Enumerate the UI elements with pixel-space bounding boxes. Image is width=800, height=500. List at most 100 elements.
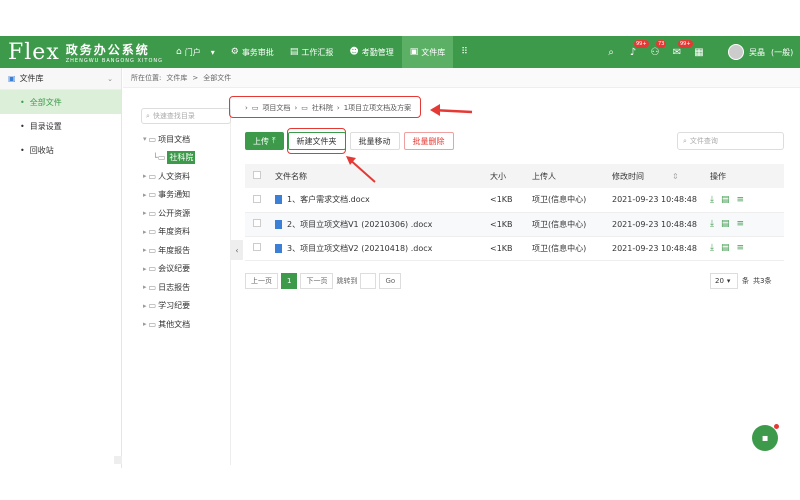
breadcrumb-all-files[interactable]: 全部文件 <box>203 73 231 83</box>
folder-icon: ▭ <box>148 319 157 329</box>
folder-icon: └▭ <box>153 153 166 163</box>
batch-move-button[interactable]: 批量移动 <box>349 132 400 150</box>
go-button[interactable]: Go <box>379 273 402 289</box>
top-navbar: Flex 政务办公系统 ZHENGWU BANGONG XITONG ⌂ 门户 ▾ … <box>0 36 800 68</box>
tree-node[interactable]: ▸ ▭ 会议纪要 <box>133 260 230 279</box>
tree-node[interactable]: ▸ ▭ 人文资料 <box>133 167 230 186</box>
tree-node[interactable]: ▸ ▭ 日志报告 <box>133 278 230 297</box>
grid-icon: ⠿ <box>461 47 468 57</box>
tree-collapse-button[interactable]: ‹ <box>231 240 243 260</box>
page-1-button[interactable]: 1 <box>281 273 298 289</box>
sidebar-item-recycle-bin[interactable]: • 回收站 <box>0 138 121 162</box>
tree-search-input[interactable]: ⌕ 快速查找目录 <box>141 108 231 124</box>
total-count: 共3条 <box>753 277 772 285</box>
tree-node[interactable]: ▸ ▭ 学习纪要 <box>133 297 230 316</box>
bell-icon[interactable]: ♪ 99+ <box>622 36 649 68</box>
tree-node[interactable]: ▸ ▭ 公开资源 <box>133 204 230 223</box>
folder-icon: ▣ <box>8 74 16 83</box>
book-icon[interactable]: ▦ <box>688 36 710 68</box>
toolbar: 上传 ⤒ 新建文件夹 批量移动 批量删除 <box>245 132 458 150</box>
select-all-checkbox[interactable] <box>253 171 261 179</box>
folder-icon: ▭ <box>148 208 157 218</box>
caret-down-icon: ▾ <box>726 277 731 285</box>
next-page-button[interactable]: 下一页 <box>300 273 334 289</box>
chat-button[interactable]: ▪ <box>752 425 778 451</box>
sidebar-item-directory-settings[interactable]: • 目录设置 <box>0 114 121 138</box>
list-icon[interactable]: ≡ <box>737 195 745 205</box>
logo-mark: Flex <box>8 39 60 65</box>
nav-apps[interactable]: ⠿ <box>453 36 479 68</box>
search-icon: ⌕ <box>683 136 687 145</box>
batch-delete-button[interactable]: 批量删除 <box>403 132 454 150</box>
user-role: (一般) <box>771 47 794 57</box>
file-name[interactable]: 1、客户需求文档.docx <box>287 195 370 204</box>
tree-node-selected[interactable]: └▭ 社科院 <box>133 149 230 168</box>
table-header: 文件名称 大小 上传人 修改时间 ⇕ 操作 <box>245 164 784 188</box>
sort-icon[interactable]: ⇕ <box>672 172 679 181</box>
note-icon[interactable]: ▤ <box>721 243 730 253</box>
prev-page-button[interactable]: 上一页 <box>245 273 278 289</box>
file-table: 文件名称 大小 上传人 修改时间 ⇕ 操作 1、客户需求文档.docx <1KB … <box>245 164 784 261</box>
table-row[interactable]: 1、客户需求文档.docx <1KB 项卫(信息中心) 2021-09-23 1… <box>245 188 784 213</box>
logo: Flex 政务办公系统 ZHENGWU BANGONG XITONG <box>8 38 163 66</box>
file-search-input[interactable]: ⌕ 文件查询 <box>677 132 784 150</box>
task-badge: 73 <box>656 40 667 48</box>
annotation-arrow-path <box>431 108 473 114</box>
user-menu[interactable]: 吴晶 (一般) <box>728 36 793 68</box>
main-nav: ⌂ 门户 ▾ ⚙ 事务审批 ▤ 工作汇报 ☻ 考勤管理 ▣ 文件库 ⠿ <box>168 36 479 68</box>
sidebar-collapse-handle[interactable] <box>114 456 122 464</box>
breadcrumb: 所在位置: 文件库 > 全部文件 <box>123 68 800 88</box>
download-icon[interactable]: ⤓ <box>710 195 714 205</box>
goto-page-input[interactable] <box>360 273 377 289</box>
download-icon[interactable]: ⤓ <box>710 219 714 229</box>
download-icon[interactable]: ⤓ <box>710 243 714 253</box>
person-icon: ☻ <box>349 47 359 57</box>
tree-node[interactable]: ▸ ▭ 其他文档 <box>133 315 230 334</box>
tree-node[interactable]: ▸ ▭ 事务通知 <box>133 186 230 205</box>
folder-icon: ▭ <box>148 190 157 200</box>
home-icon: ⌂ <box>176 47 182 57</box>
sidebar-item-all-files[interactable]: • 全部文件 <box>0 90 121 114</box>
folder-icon: ▭ <box>148 264 157 274</box>
note-icon[interactable]: ▤ <box>721 195 730 205</box>
row-checkbox[interactable] <box>253 243 261 251</box>
list-icon[interactable]: ≡ <box>737 243 745 253</box>
search-icon: ⌕ <box>146 111 150 120</box>
annotation-highlight-path <box>229 96 421 118</box>
logo-pinyin: ZHENGWU BANGONG XITONG <box>65 57 163 64</box>
sidebar: ▣ 文件库 ⌄ • 全部文件 • 目录设置 • 回收站 <box>0 68 122 468</box>
tree-node[interactable]: ▸ ▭ 年度报告 <box>133 241 230 260</box>
note-icon[interactable]: ▤ <box>721 219 730 229</box>
nav-portal[interactable]: ⌂ 门户 ▾ <box>168 36 223 68</box>
table-row[interactable]: 3、项目立项文档V2 (20210418) .docx <1KB 项卫(信息中心… <box>245 236 784 261</box>
nav-file-library[interactable]: ▣ 文件库 <box>401 36 454 68</box>
folder-icon: ▭ <box>148 301 157 311</box>
header-actions: ⌕ ♪ 99+ ⚇ 73 ✉ 99+ ▦ <box>600 36 710 68</box>
list-icon[interactable]: ≡ <box>737 219 745 229</box>
annotation-highlight-new-folder <box>287 128 346 154</box>
word-file-icon <box>275 219 282 229</box>
row-checkbox[interactable] <box>253 219 261 227</box>
sidebar-header[interactable]: ▣ 文件库 ⌄ <box>0 68 121 90</box>
network-icon[interactable]: ⚇ 73 <box>644 36 667 68</box>
upload-icon: ⤒ <box>272 136 276 145</box>
user-name: 吴晶 <box>749 47 765 57</box>
file-name[interactable]: 2、项目立项文档V1 (20210306) .docx <box>287 220 432 229</box>
search-icon[interactable]: ⌕ <box>600 36 622 68</box>
tree-node[interactable]: ▸ ▭ 年度资料 <box>133 223 230 242</box>
page-size-select[interactable]: 20 ▾ <box>710 273 738 289</box>
chat-icon: ▪ <box>761 432 769 444</box>
nav-attendance[interactable]: ☻ 考勤管理 <box>341 36 401 68</box>
mail-icon[interactable]: ✉ 99+ <box>666 36 693 68</box>
table-row[interactable]: 2、项目立项文档V1 (20210306) .docx <1KB 项卫(信息中心… <box>245 212 784 237</box>
breadcrumb-file-library[interactable]: 文件库 <box>166 73 187 83</box>
upload-button[interactable]: 上传 ⤒ <box>245 132 284 150</box>
chevron-left-icon: ‹ <box>235 245 239 255</box>
folder-icon: ▭ <box>148 282 157 292</box>
folder-icon: ▭ <box>148 171 157 181</box>
tree-node[interactable]: ▾ ▭ 项目文档 <box>133 130 230 149</box>
nav-work-report[interactable]: ▤ 工作汇报 <box>282 36 342 68</box>
row-checkbox[interactable] <box>253 194 261 203</box>
file-name[interactable]: 3、项目立项文档V2 (20210418) .docx <box>287 244 432 253</box>
nav-approval[interactable]: ⚙ 事务审批 <box>223 36 282 68</box>
